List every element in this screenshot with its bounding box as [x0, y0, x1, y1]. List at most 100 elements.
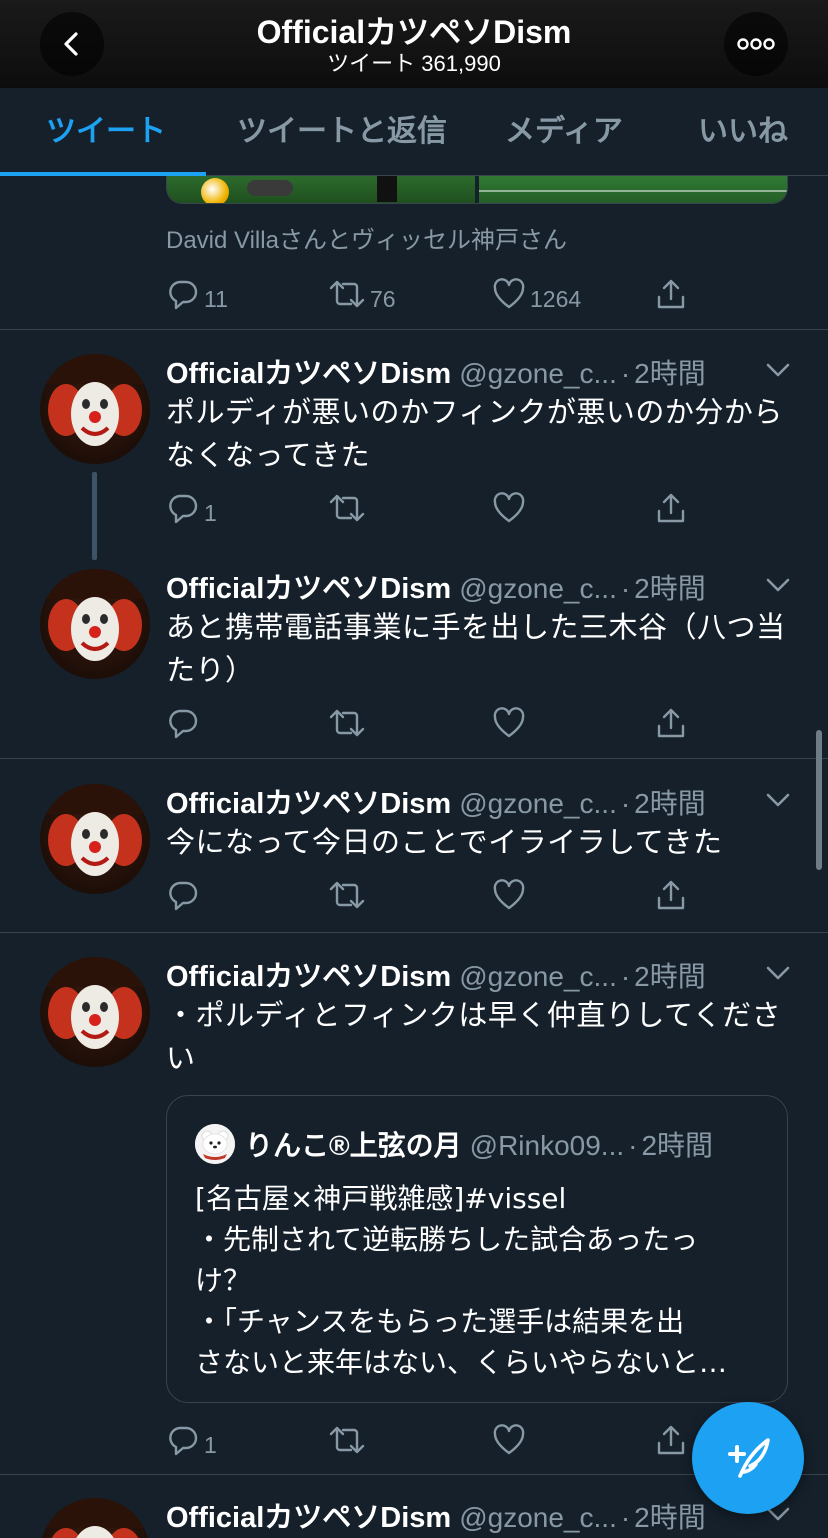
quoted-author-handle: @Rinko09...: [469, 1130, 625, 1161]
like-button[interactable]: [492, 701, 526, 745]
share-button[interactable]: [654, 272, 688, 316]
share-icon: [657, 880, 685, 910]
separator-dot: ·: [620, 788, 631, 819]
share-icon: [657, 1425, 685, 1455]
reply-icon: [169, 280, 198, 310]
media-image-1[interactable]: [167, 176, 475, 203]
tweet-actions: [166, 873, 706, 917]
tweet-author-name[interactable]: OfficialカツペソDism: [166, 788, 451, 820]
tweet-author-handle[interactable]: @gzone_c...: [459, 1502, 617, 1533]
retweet-button[interactable]: [328, 873, 366, 917]
tweet-divider: [0, 329, 828, 330]
tab-media[interactable]: メディア: [505, 88, 623, 176]
chevron-down-icon[interactable]: [762, 784, 794, 816]
tweet-actions: 1: [166, 486, 706, 530]
like-button[interactable]: [492, 1418, 526, 1462]
tweet-author-name[interactable]: OfficialカツペソDism: [166, 358, 451, 390]
reply-button[interactable]: [166, 701, 200, 745]
retweet-count: 76: [370, 285, 396, 312]
tweet-time[interactable]: 2時間: [634, 1502, 706, 1533]
retweet-button[interactable]: 76: [328, 272, 396, 316]
like-button[interactable]: [492, 873, 526, 917]
active-tab-indicator: [0, 172, 206, 176]
quoted-tweet[interactable]: りんこ®上弦の月 @Rinko09... · 2時間 [名古屋×神戸戦雑感]#viss…: [166, 1095, 788, 1403]
tweet-author-handle[interactable]: @gzone_c...: [459, 961, 617, 992]
chevron-down-icon[interactable]: [762, 569, 794, 601]
scrollbar[interactable]: [816, 730, 822, 870]
separator-dot: ·: [620, 573, 631, 604]
tweet-time[interactable]: 2時間: [634, 788, 706, 819]
profile-tabs: ツイート ツイートと返信 メディア いいね: [0, 88, 828, 176]
retweet-button[interactable]: [328, 701, 366, 745]
profile-name: OfficialカツペソDism: [256, 14, 572, 50]
like-button[interactable]: 1264: [492, 272, 581, 316]
retweet-icon: [329, 881, 365, 909]
retweet-button[interactable]: [328, 486, 366, 530]
avatar[interactable]: [40, 569, 150, 679]
compose-tweet-icon: [728, 1438, 770, 1478]
reply-icon: [169, 881, 198, 911]
retweet-button[interactable]: [328, 1418, 366, 1462]
tweet-timeline[interactable]: David Villaさんとヴィッセル神戸さん 11 76 1264 Offic…: [0, 176, 828, 1538]
clown-avatar-image: [40, 354, 150, 446]
quoted-header: りんこ®上弦の月 @Rinko09... · 2時間: [245, 1124, 713, 1164]
player-image: [377, 176, 397, 202]
tweet-time[interactable]: 2時間: [634, 961, 706, 992]
clown-avatar-image: [40, 957, 150, 1049]
tweet-author-name[interactable]: OfficialカツペソDism: [166, 573, 451, 605]
compose-tweet-button[interactable]: [692, 1402, 804, 1514]
avatar[interactable]: [40, 957, 150, 1067]
tweet-author-name[interactable]: OfficialカツペソDism: [166, 961, 451, 993]
reply-button[interactable]: [166, 873, 200, 917]
heart-icon: [493, 879, 525, 910]
heart-icon: [493, 707, 525, 738]
quoted-avatar: [195, 1124, 235, 1164]
tweet-media[interactable]: [166, 176, 788, 204]
avatar[interactable]: [40, 784, 150, 894]
quoted-line: [名古屋×神戸戦雑感]#vissel: [195, 1182, 567, 1215]
tab-tweets-and-replies[interactable]: ツイートと返信: [237, 88, 447, 176]
tweet-author-handle[interactable]: @gzone_c...: [459, 788, 617, 819]
tweet-author-handle[interactable]: @gzone_c...: [459, 358, 617, 389]
media-image-2[interactable]: [479, 176, 787, 203]
tweet-header: OfficialカツペソDism @gzone_c... · 2時間: [166, 953, 706, 993]
like-button[interactable]: [492, 486, 526, 530]
tweet-count: ツイート 361,990: [327, 51, 501, 76]
clown-avatar-image: [40, 569, 150, 661]
separator-dot: ·: [628, 1130, 638, 1161]
avatar[interactable]: [40, 354, 150, 464]
tweet-author-handle[interactable]: @gzone_c...: [459, 573, 617, 604]
chevron-down-icon[interactable]: [762, 354, 794, 386]
share-button[interactable]: [654, 701, 688, 745]
reply-button[interactable]: 11: [166, 272, 228, 316]
heart-icon: [493, 278, 525, 309]
tweet-divider: [0, 758, 828, 759]
tweet-header: OfficialカツペソDism @gzone_c... · 2時間: [166, 1494, 706, 1534]
more-button[interactable]: [724, 12, 788, 76]
tab-tweets[interactable]: ツイート: [46, 88, 166, 176]
share-button[interactable]: [654, 486, 688, 530]
thread-connector: [92, 472, 97, 560]
tweet-header: OfficialカツペソDism @gzone_c... · 2時間: [166, 350, 706, 390]
tab-likes[interactable]: いいね: [698, 88, 788, 176]
reply-icon: [169, 1426, 198, 1456]
retweet-icon: [329, 280, 365, 308]
tweet-time[interactable]: 2時間: [634, 573, 706, 604]
separator-dot: ·: [620, 358, 631, 389]
ball-image: [201, 178, 229, 203]
tweet-author-name[interactable]: OfficialカツペソDism: [166, 1502, 451, 1534]
tweet-text: 今になって今日のことでイライラしてきた: [166, 825, 723, 859]
reply-button[interactable]: 1: [166, 1418, 217, 1462]
tweet-text: ・ポルディとフィンクは早く仲直りしてください: [166, 998, 782, 1075]
share-button[interactable]: [654, 1418, 688, 1462]
share-button[interactable]: [654, 873, 688, 917]
chevron-down-icon[interactable]: [762, 957, 794, 989]
quoted-line: け？: [195, 1264, 252, 1297]
tweet-actions: 1: [166, 1418, 706, 1462]
tweet-time[interactable]: 2時間: [634, 358, 706, 389]
reply-button[interactable]: 1: [166, 486, 217, 530]
avatar[interactable]: [40, 1498, 150, 1538]
reply-icon: [169, 494, 198, 524]
tweet-actions: [166, 701, 706, 745]
tagged-users[interactable]: David Villaさんとヴィッセル神戸さん: [166, 220, 567, 255]
